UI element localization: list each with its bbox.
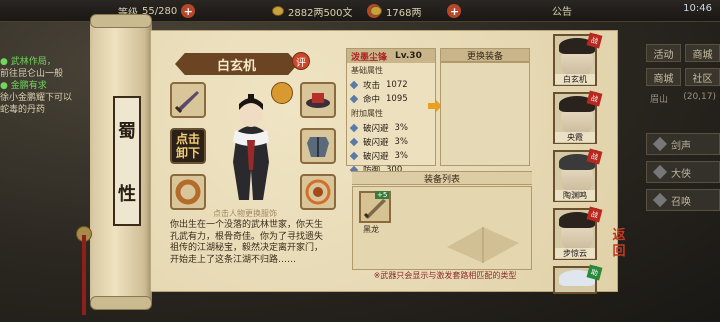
- notice-button[interactable]: 公告: [552, 3, 572, 18]
- silver-resource: 2882两500文 +: [272, 3, 381, 19]
- ink-map-decoration: [447, 227, 519, 263]
- quest-tracker[interactable]: ● 武林作局， 前往昆仑山一般 ● 金鹏有求 徐小金鹏耀下可以 蛇毒的丹药: [0, 56, 90, 116]
- diamond-icon: [652, 164, 668, 180]
- menu-button[interactable]: 社区: [685, 68, 720, 86]
- party-member-name: 步惊云: [555, 248, 595, 259]
- equipment-list: +5 黑龙: [352, 186, 532, 270]
- character-bio: 你出生在一个没落的武林世家，你天生 孔武有力，根骨奇佳。你为了寻找遗失 祖传的江…: [170, 220, 324, 265]
- slot-weapon[interactable]: [170, 82, 206, 118]
- stat-row: 破闪避 3%: [347, 135, 435, 149]
- gold-resource: 1768两 +: [370, 3, 462, 19]
- stat-row: 破闪避 3%: [347, 149, 435, 163]
- clock: 10:46: [683, 3, 712, 14]
- change-equipment-box: [440, 62, 530, 166]
- menu-button[interactable]: 商城: [685, 44, 720, 62]
- diamond-icon: [652, 192, 668, 208]
- stat-row: 破闪避 3%: [347, 121, 435, 135]
- add-energy-button[interactable]: +: [181, 4, 196, 18]
- stat-row: 攻击 1072: [347, 78, 435, 92]
- slot-accessory[interactable]: [300, 174, 336, 210]
- sword-icon: [174, 91, 199, 114]
- party-member[interactable]: 战 陶渊鸣: [553, 148, 603, 202]
- diamond-icon: [349, 123, 359, 133]
- change-equipment-title: 更换装备: [440, 48, 530, 62]
- quest-desc: 蛇毒的丹药: [0, 105, 46, 115]
- quest-title: ● 金鹏有求: [0, 81, 47, 91]
- party-member[interactable]: 战 白玄机: [553, 32, 603, 86]
- location-coords: (20,17): [683, 92, 716, 102]
- tassel-icon: [82, 235, 86, 315]
- item-title: 泼墨尘锋 Lv.30: [347, 49, 435, 63]
- diamond-icon: [349, 94, 359, 104]
- slot-armor[interactable]: [300, 128, 336, 164]
- slot-ring[interactable]: [170, 174, 206, 210]
- item-enhance-badge: +5: [375, 191, 390, 199]
- base-stats-header: 基础属性: [351, 66, 383, 75]
- slot-hat[interactable]: [300, 82, 336, 118]
- silver-coin-icon: [272, 6, 284, 16]
- armor-icon: [307, 137, 329, 157]
- hero-avatar[interactable]: [223, 92, 279, 202]
- character-name: 白玄机: [175, 53, 298, 75]
- quest-title: ● 武林作局，: [0, 57, 56, 67]
- item-name: 黑龙: [363, 225, 379, 234]
- diamond-icon: [349, 137, 359, 147]
- silver-value: 2882两500文: [288, 7, 353, 19]
- sect-emblem: 蜀 性: [113, 96, 141, 226]
- equipment-item[interactable]: +5: [359, 191, 391, 223]
- right-menu: 活动 商城 商城 社区 眉山 (20,17) 剑声 大侠 召唤: [646, 44, 720, 217]
- party-member[interactable]: 战 央霞: [553, 90, 603, 144]
- comment-button[interactable]: 评: [292, 52, 310, 70]
- party-member[interactable]: 战 步惊云: [553, 206, 603, 260]
- scroll-rod-cap: [90, 296, 152, 310]
- party-member-name: 白玄机: [555, 74, 595, 85]
- equipment-footnote: ※武器只会显示与激发套路相匹配的类型: [373, 271, 517, 280]
- scroll-rod-cap: [90, 14, 152, 28]
- party-member-name: 陶渊鸣: [555, 190, 595, 201]
- side-tab[interactable]: 剑声: [646, 133, 720, 155]
- gold-value: 1768两: [386, 7, 422, 19]
- side-tab[interactable]: 大侠: [646, 161, 720, 183]
- equipment-stats-panel: 泼墨尘锋 Lv.30 基础属性 攻击 1072 命中 1095 附加属性 破闪避 3%…: [346, 48, 436, 176]
- party-member-name: 央霞: [555, 132, 595, 143]
- change-outfit-hint: 点击人物更换服饰: [213, 209, 277, 218]
- unequip-button[interactable]: 点击 卸下: [170, 128, 206, 164]
- bracelet-icon: [175, 179, 201, 205]
- gold-ingot-icon: [370, 6, 382, 16]
- extra-stats-header: 附加属性: [351, 109, 383, 118]
- quest-desc: 前往昆仑山一般: [0, 69, 64, 79]
- add-gold-button[interactable]: +: [447, 4, 462, 18]
- back-button[interactable]: 返回: [604, 228, 634, 260]
- diamond-icon: [349, 151, 359, 161]
- stat-row: 命中 1095: [347, 92, 435, 106]
- quest-desc: 徐小金鹏耀下可以: [0, 93, 73, 103]
- menu-button[interactable]: 活动: [646, 44, 681, 62]
- amulet-icon: [305, 179, 331, 205]
- side-tab[interactable]: 召唤: [646, 189, 720, 211]
- diamond-icon: [652, 136, 668, 152]
- party-member[interactable]: 助: [553, 264, 603, 294]
- hat-icon: [306, 93, 330, 108]
- location-name: 眉山: [650, 95, 669, 105]
- diamond-icon: [349, 80, 359, 90]
- party-list: 战 白玄机 战 央霞 战 陶渊鸣 战 步惊云 助: [553, 32, 605, 300]
- location-info: 眉山 (20,17): [646, 92, 720, 105]
- equipment-list-title: 装备列表: [352, 171, 532, 185]
- menu-button[interactable]: 商城: [646, 68, 681, 86]
